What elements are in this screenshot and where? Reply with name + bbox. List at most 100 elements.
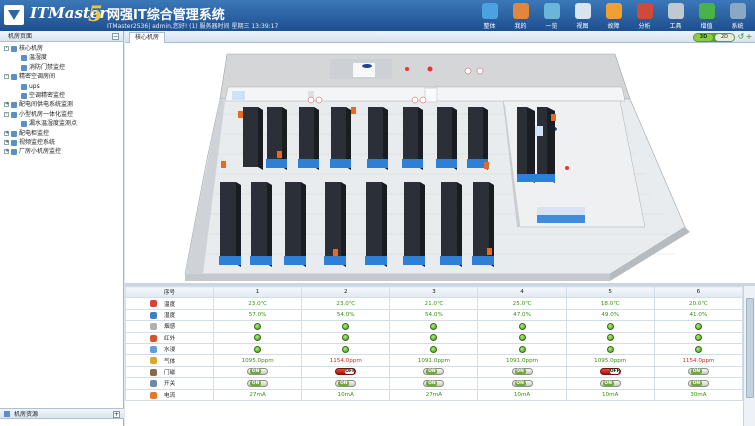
tree-item-label: 消防门禁监控 <box>29 63 66 71</box>
table-body: 温度 23.0℃ 23.0℃ 21.0℃ 25.0℃ 18.0℃ 20.0℃ 湿度 57.0% 5… <box>125 297 743 401</box>
tree-item[interactable]: + 视频监控系统 <box>0 138 123 147</box>
server-rack-side <box>341 182 346 267</box>
toolbar-plus-button[interactable]: 增值 <box>691 2 722 30</box>
status-ok-icon <box>518 334 526 342</box>
table-cell: 10mA <box>565 388 655 401</box>
rack-base <box>436 159 457 168</box>
sidebar-title: 机房页面 <box>8 33 33 40</box>
table-row[interactable]: 红外 <box>125 331 743 344</box>
switch-toggle[interactable]: ON <box>687 368 709 376</box>
collapse-icon[interactable]: - <box>4 74 9 80</box>
sidebar-footer[interactable]: 机房资源 + <box>0 408 124 419</box>
column-header[interactable]: 2 <box>301 286 391 299</box>
switch-toggle[interactable]: ON <box>423 379 445 387</box>
tree-item[interactable]: 空调精密监控 <box>0 91 123 100</box>
expand-icon[interactable]: + <box>4 149 9 155</box>
table-cell: 1091.0ppm <box>389 354 479 367</box>
toolbar-gear-button[interactable]: 系统 <box>722 2 753 30</box>
expand-icon[interactable]: + <box>4 139 9 145</box>
switch-toggle[interactable]: ON <box>599 379 621 387</box>
table-header-row: 序号 1 2 3 4 5 6 <box>125 286 743 299</box>
switch-toggle[interactable]: ON <box>511 368 533 376</box>
view-2d[interactable]: 2D <box>715 34 734 41</box>
toolbar-tools-button[interactable]: 工具 <box>660 2 691 30</box>
table-cell: 20.0℃ <box>653 297 743 310</box>
column-header[interactable]: 4 <box>477 286 567 299</box>
toolbar-view-button[interactable]: 视图 <box>567 2 598 30</box>
column-header[interactable]: 5 <box>565 286 655 299</box>
switch-toggle[interactable]: ON <box>335 379 357 387</box>
collapse-icon[interactable]: - <box>4 46 9 51</box>
table-row[interactable]: 开关 ON ON ON ON ON ON <box>125 377 743 390</box>
view-toggle[interactable]: 3D 2D <box>693 33 735 42</box>
tree-item[interactable]: 温湿度 <box>0 53 123 62</box>
expand-icon[interactable]: + <box>4 130 9 136</box>
status-ok-icon <box>694 322 702 330</box>
tree-item[interactable]: - 精密空调房间 <box>0 72 123 81</box>
sensor-table-wrap: 序号 1 2 3 4 5 6 温度 23.0℃ 23.0℃ 21.0℃ 25.0℃ 18.0℃ 20.0… <box>125 286 743 426</box>
scrollbar-thumb[interactable] <box>746 298 754 398</box>
rack-base <box>324 256 346 265</box>
table-scrollbar[interactable] <box>743 286 755 426</box>
switch-toggle[interactable]: ON <box>247 379 269 387</box>
tree-item[interactable]: + 配电间供电系统监测 <box>0 100 123 109</box>
column-header[interactable]: 3 <box>389 286 479 299</box>
tree-item-label: 漏水温湿度监测点 <box>29 120 78 128</box>
table-row[interactable]: 门磁 ON OFF ON ON OFF ON <box>125 365 743 379</box>
status-ok-icon <box>254 334 262 342</box>
add-icon[interactable]: + <box>745 33 753 41</box>
sensor-table: 序号 1 2 3 4 5 6 温度 23.0℃ 23.0℃ 21.0℃ 25.0℃ 18.0℃ 20.0… <box>125 286 743 401</box>
tree-item[interactable]: ups <box>0 82 123 91</box>
table-row[interactable]: 水浸 <box>125 342 743 356</box>
tab-core-room[interactable]: 核心机房 <box>129 32 166 43</box>
tree-item[interactable]: 漏水温湿度监测点 <box>0 119 123 128</box>
switch-toggle[interactable]: OFF <box>335 368 357 376</box>
toolbar-analysis-button[interactable]: 分析 <box>629 2 660 30</box>
tree-item[interactable]: - 小型机房一体化监控 <box>0 110 123 119</box>
table-row[interactable]: 湿度 57.0% 54.0% 54.0% 47.0% 49.0% 41.0% <box>125 308 743 322</box>
overview-icon <box>543 3 560 19</box>
column-header[interactable]: 1 <box>212 286 303 299</box>
switch-toggle[interactable]: ON <box>423 368 445 376</box>
switch-toggle[interactable]: ON <box>687 379 709 387</box>
column-header[interactable]: 序号 <box>125 286 214 299</box>
main-toolbar: 整体 我的 一览 视图 故障 分析 工具 增值 系统 <box>474 2 753 30</box>
toolbar-alarm-button[interactable]: 故障 <box>598 2 629 30</box>
table-row[interactable]: 电流 27mA 10mA 27mA 10mA 10mA 30mA <box>125 388 743 401</box>
switch-toggle[interactable]: OFF <box>599 368 621 376</box>
refresh-icon[interactable]: ↺ <box>737 33 745 41</box>
switch-toggle[interactable]: ON <box>511 379 533 387</box>
column-header[interactable]: 6 <box>653 286 743 299</box>
table-row[interactable]: 烟感 <box>125 320 743 333</box>
row-label-text: 温度 <box>164 301 176 308</box>
tree-item[interactable]: + 厂房小机房监控 <box>0 147 123 156</box>
rack-base <box>266 159 287 168</box>
view-3d[interactable]: 3D <box>694 34 713 41</box>
tree-item[interactable]: 消防门禁监控 <box>0 63 123 72</box>
switch-toggle[interactable]: ON <box>247 368 269 376</box>
table-row[interactable]: 气体 1095.0ppm 1154.0ppm 1091.0ppm 1091.0ppm 10… <box>125 354 743 367</box>
view-icon <box>574 3 591 19</box>
switch-state: ON <box>690 380 702 386</box>
toolbar-user-button[interactable]: 我的 <box>505 2 536 30</box>
tree-item-label: 温湿度 <box>29 54 48 62</box>
table-cell: OFF <box>301 365 391 379</box>
row-label: 水浸 <box>125 342 214 356</box>
status-ok-icon <box>694 345 702 353</box>
toolbar-monitor-button[interactable]: 整体 <box>474 2 505 30</box>
tree-item[interactable]: - 核心机房 <box>0 44 123 53</box>
table-row[interactable]: 温度 23.0℃ 23.0℃ 21.0℃ 25.0℃ 18.0℃ 20.0℃ <box>125 297 743 310</box>
collapse-button[interactable]: − <box>112 33 119 40</box>
table-cell <box>389 320 479 333</box>
room-3d-view[interactable] <box>125 44 755 291</box>
toolbar-overview-button[interactable]: 一览 <box>536 2 567 30</box>
room-icon <box>11 111 17 118</box>
row-label-text: 水浸 <box>164 347 176 354</box>
table-cell: ON <box>389 365 479 379</box>
status-ok-icon <box>606 322 614 330</box>
tree-item[interactable]: + 配电柜监控 <box>0 129 123 138</box>
expand-icon[interactable]: + <box>4 102 9 108</box>
row-label-text: 湿度 <box>164 312 176 319</box>
collapse-icon[interactable]: - <box>4 111 9 117</box>
expand-button[interactable]: + <box>113 411 120 418</box>
